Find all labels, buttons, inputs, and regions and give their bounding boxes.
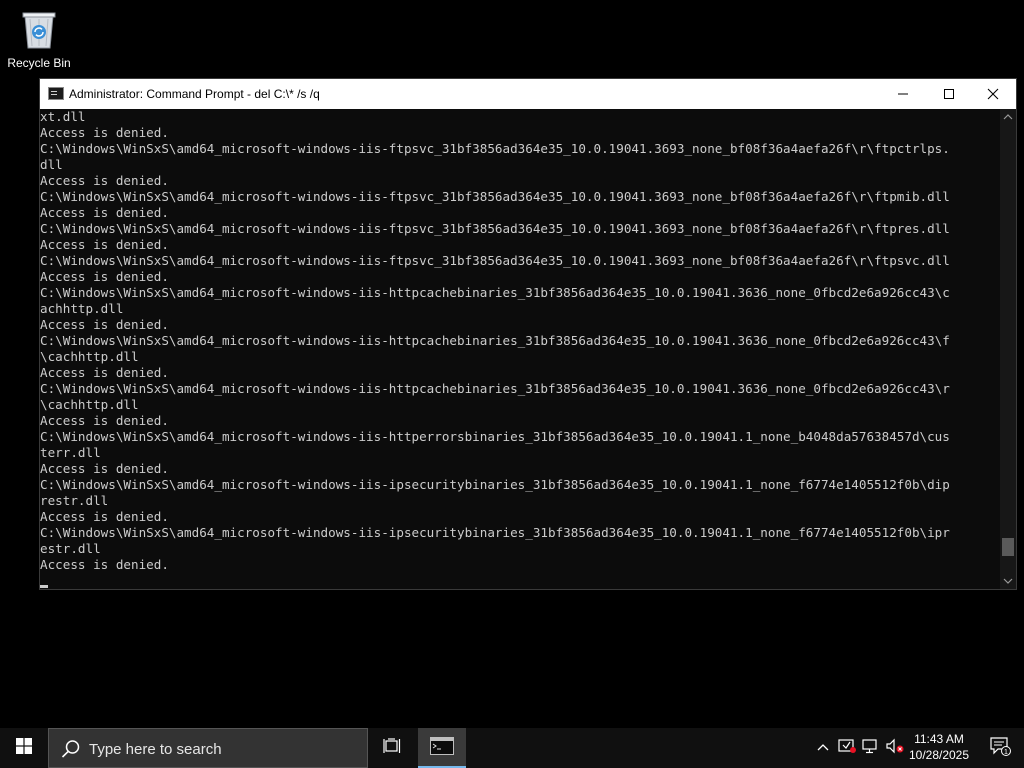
scroll-up-button[interactable] bbox=[1000, 109, 1016, 125]
text-cursor bbox=[40, 585, 48, 588]
windows-start-icon bbox=[16, 737, 32, 759]
network-icon bbox=[862, 738, 880, 759]
title-bar[interactable]: Administrator: Command Prompt - del C:\*… bbox=[40, 79, 1016, 109]
chevron-up-icon bbox=[816, 739, 830, 757]
notification-count: 1 bbox=[1004, 748, 1008, 755]
maximize-icon bbox=[943, 88, 955, 100]
start-button[interactable] bbox=[0, 728, 48, 768]
window-title: Administrator: Command Prompt - del C:\*… bbox=[69, 87, 320, 101]
console-output[interactable]: xt.dll Access is denied. C:\Windows\WinS… bbox=[40, 109, 1000, 589]
show-hidden-icons-button[interactable] bbox=[812, 728, 834, 768]
task-view-button[interactable] bbox=[370, 728, 414, 768]
scroll-down-button[interactable] bbox=[1000, 573, 1016, 589]
chevron-down-icon bbox=[1003, 572, 1013, 590]
recycle-bin-icon bbox=[21, 8, 57, 50]
taskbar: Type here to search 11:43 AM 10/28/2025 … bbox=[0, 728, 1024, 768]
volume-muted-icon bbox=[886, 738, 904, 759]
clock-time: 11:43 AM bbox=[914, 732, 964, 746]
scrollbar-thumb[interactable] bbox=[1002, 538, 1014, 556]
security-tray-button[interactable] bbox=[836, 728, 858, 768]
search-placeholder: Type here to search bbox=[89, 741, 222, 758]
network-tray-button[interactable] bbox=[860, 728, 882, 768]
volume-tray-button[interactable] bbox=[884, 728, 906, 768]
taskbar-command-prompt-button[interactable] bbox=[418, 728, 466, 768]
command-prompt-icon bbox=[430, 736, 454, 760]
vertical-scrollbar[interactable] bbox=[1000, 109, 1016, 589]
clock-date: 10/28/2025 bbox=[908, 748, 970, 762]
desktop-icon-label: Recycle Bin bbox=[7, 56, 71, 70]
maximize-button[interactable] bbox=[926, 79, 972, 109]
command-prompt-window[interactable]: Administrator: Command Prompt - del C:\*… bbox=[39, 78, 1017, 590]
desktop-icon-recycle-bin[interactable]: Recycle Bin bbox=[4, 6, 74, 76]
action-center-button[interactable]: 1 bbox=[980, 728, 1020, 768]
taskbar-search-box[interactable]: Type here to search bbox=[48, 728, 368, 768]
console-text: xt.dll Access is denied. C:\Windows\WinS… bbox=[40, 109, 950, 572]
minimize-button[interactable] bbox=[880, 79, 926, 109]
taskbar-clock[interactable]: 11:43 AM 10/28/2025 bbox=[904, 731, 974, 767]
console-icon bbox=[48, 87, 64, 100]
chevron-up-icon bbox=[1003, 108, 1013, 126]
security-icon bbox=[838, 738, 856, 759]
close-icon bbox=[987, 88, 999, 100]
search-icon bbox=[61, 739, 81, 764]
desktop: Recycle Bin Administrator: Command Promp… bbox=[0, 0, 1024, 728]
task-view-icon bbox=[383, 737, 401, 759]
notification-icon: 1 bbox=[989, 736, 1011, 761]
minimize-icon bbox=[897, 88, 909, 100]
close-button[interactable] bbox=[970, 79, 1016, 109]
